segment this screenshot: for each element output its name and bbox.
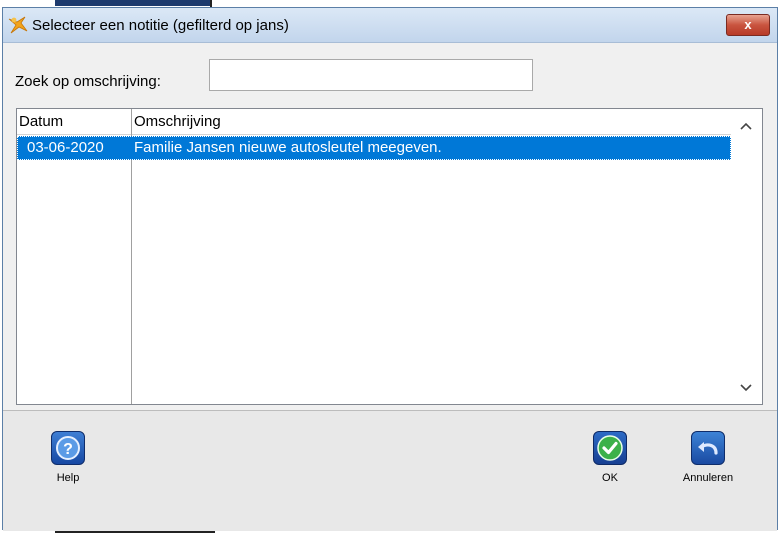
search-label: Zoek op omschrijving: xyxy=(15,73,161,90)
app-pointer-icon xyxy=(7,15,29,35)
cell-omschrijving: Familie Jansen nieuwe autosleutel meegev… xyxy=(134,139,442,156)
chevron-down-icon[interactable] xyxy=(740,379,752,395)
svg-text:?: ? xyxy=(63,441,73,458)
notes-table: Datum Omschrijving 03-06-2020 Familie Ja… xyxy=(16,108,763,405)
question-mark-icon: ? xyxy=(51,431,85,465)
vertical-scrollbar[interactable] xyxy=(731,109,762,404)
ok-label: OK xyxy=(602,472,618,484)
background-divider-bottom xyxy=(55,531,215,533)
window-title: Selecteer een notitie (gefilterd op jans… xyxy=(32,17,289,34)
help-button[interactable]: ? Help xyxy=(43,431,93,484)
cell-datum: 03-06-2020 xyxy=(27,139,104,156)
dialog-footer: ? Help OK Annuleren xyxy=(3,410,777,531)
column-header-datum[interactable]: Datum xyxy=(19,113,63,130)
column-header-omschrijving[interactable]: Omschrijving xyxy=(134,113,221,130)
title-bar: Selecteer een notitie (gefilterd op jans… xyxy=(3,8,777,43)
background-tab xyxy=(55,0,210,6)
chevron-up-icon[interactable] xyxy=(740,117,752,133)
search-input[interactable] xyxy=(209,59,533,91)
background-divider xyxy=(210,0,212,7)
dialog-content: Zoek op omschrijving: Datum Omschrijving… xyxy=(3,43,777,425)
close-icon: x xyxy=(744,17,752,32)
cancel-label: Annuleren xyxy=(682,472,734,484)
table-row[interactable]: 03-06-2020 Familie Jansen nieuwe autosle… xyxy=(17,136,731,160)
close-button[interactable]: x xyxy=(726,14,770,36)
ok-button[interactable]: OK xyxy=(585,431,635,484)
table-header: Datum Omschrijving xyxy=(17,109,731,135)
undo-arrow-icon xyxy=(691,431,725,465)
help-label: Help xyxy=(56,472,80,484)
cancel-button[interactable]: Annuleren xyxy=(673,431,743,484)
note-select-dialog: Selecteer een notitie (gefilterd op jans… xyxy=(2,7,778,531)
checkmark-icon xyxy=(593,431,627,465)
